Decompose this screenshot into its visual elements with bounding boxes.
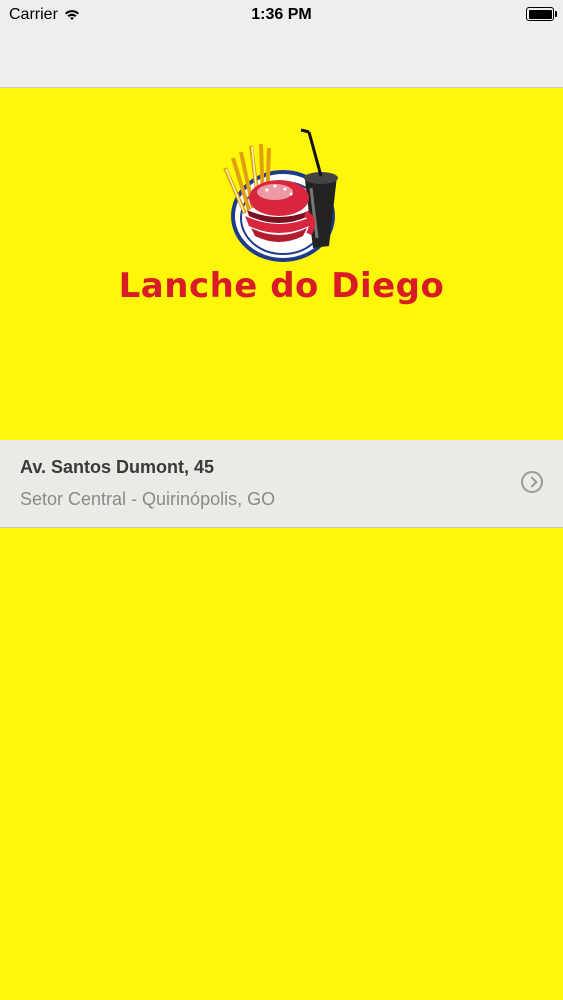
address-locality: Setor Central - Quirinópolis, GO xyxy=(20,489,276,509)
chevron-right-icon[interactable] xyxy=(521,471,543,493)
burger-fries-drink-icon xyxy=(223,128,338,262)
status-time: 1:36 PM xyxy=(251,6,312,23)
address-row[interactable]: Av. Santos Dumont, 45 Setor Central - Qu… xyxy=(0,440,563,528)
navigation-bar xyxy=(0,30,563,88)
battery-icon xyxy=(526,7,557,21)
status-bar: Carrier 1:36 PM xyxy=(0,0,563,30)
brand-name: Lanche do Diego xyxy=(118,266,445,306)
address-street: Av. Santos Dumont, 45 xyxy=(20,457,215,477)
brand-header: Lanche do Diego xyxy=(0,88,563,440)
